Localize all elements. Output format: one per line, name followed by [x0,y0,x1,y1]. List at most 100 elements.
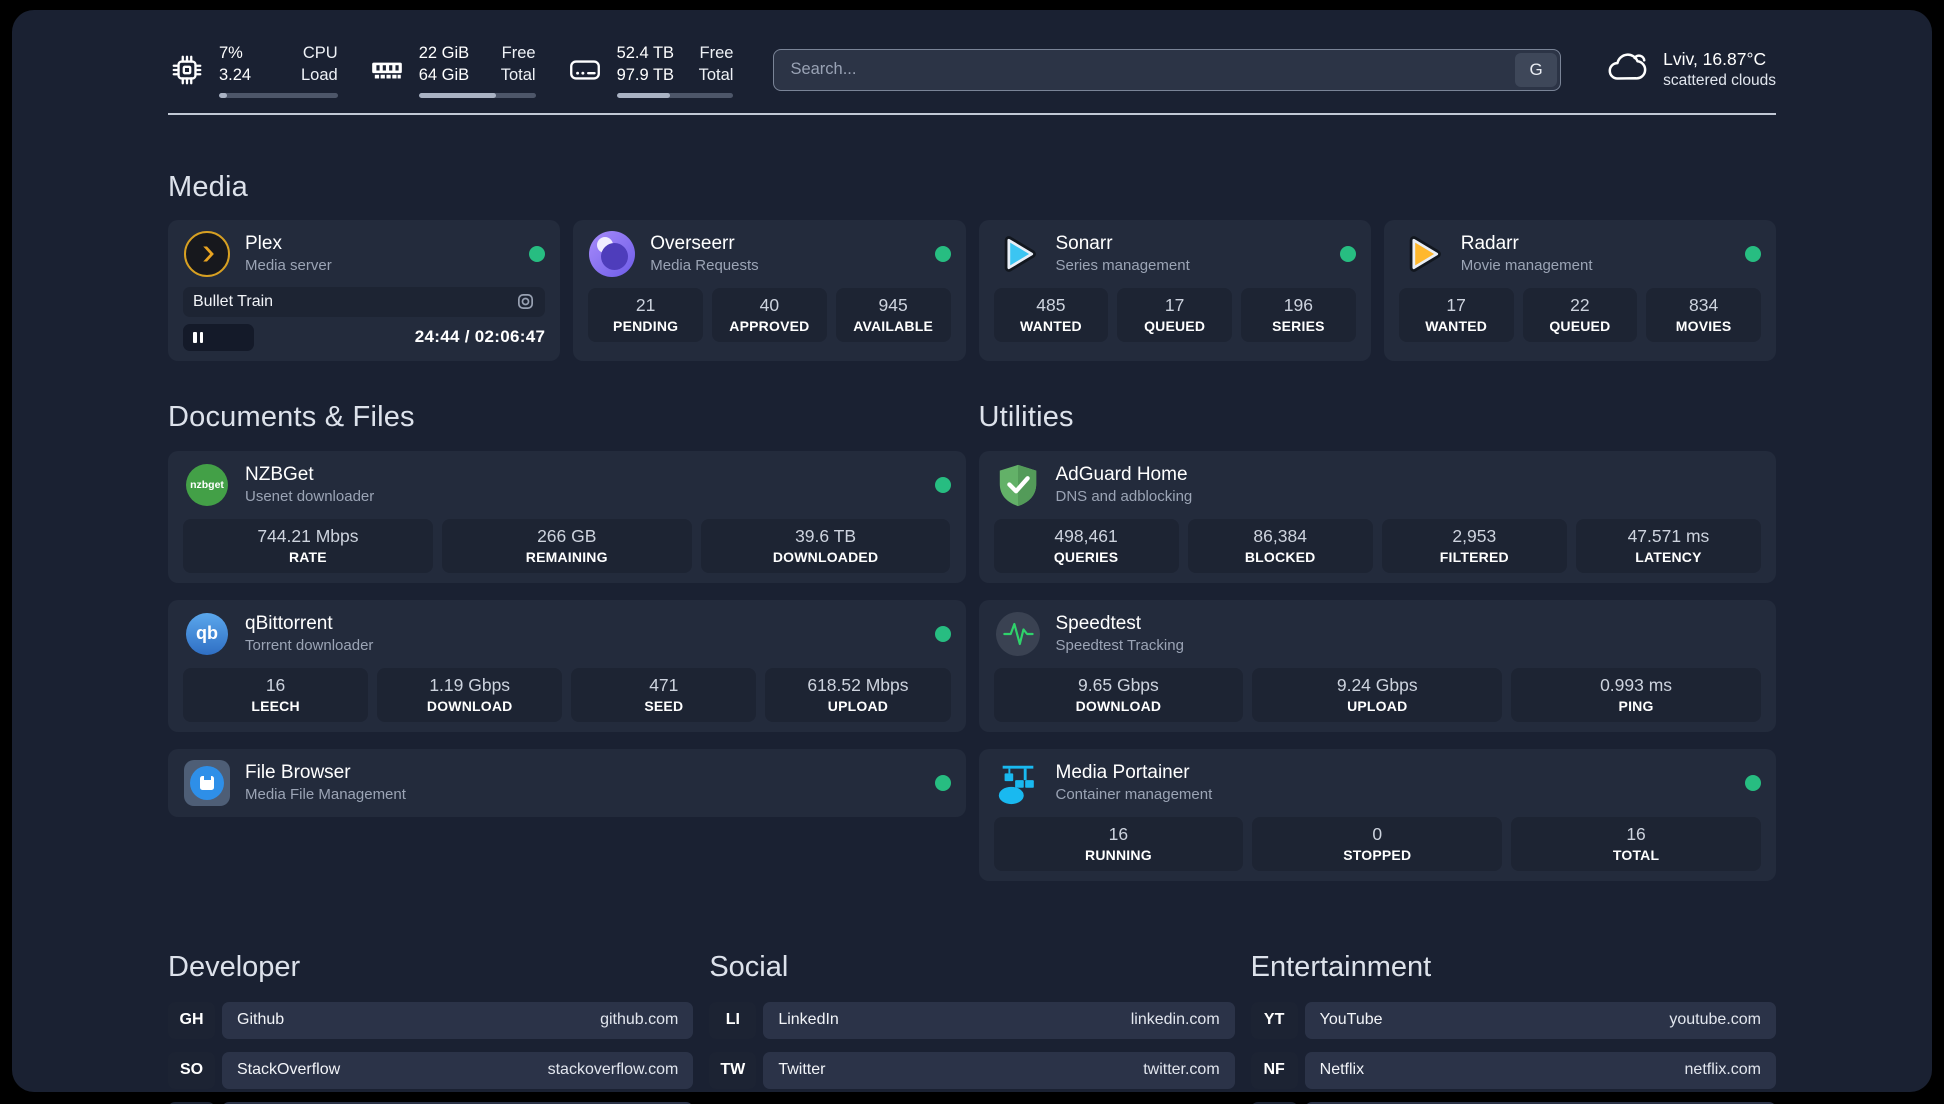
bookmark-stackoverflow[interactable]: SO StackOverflow stackoverflow.com [168,1051,694,1089]
stat-label: MOVIES [1675,317,1732,334]
speedtest-icon [994,610,1042,658]
plex-icon [183,230,231,278]
stat-label: QUEUED [1144,317,1206,334]
stat-tile: 0.993 ms PING [1511,667,1761,722]
stat-label: FILTERED [1439,548,1509,565]
stat-value: 2,953 [1452,525,1497,546]
app-card-plex[interactable]: Plex Media server Bullet Train 24:44 / 0… [168,219,561,361]
bookmark-url: linkedin.com [1130,1011,1220,1029]
system-stats: 7% 3.24 CPU Load 22 GiB 64 GiB Free Tota… [168,42,734,98]
bookmark-linkedin[interactable]: LI LinkedIn linkedin.com [709,1001,1235,1039]
app-card-nzbget[interactable]: nzbget NZBGet Usenet downloader 744.21 M… [168,450,966,583]
weather-condition: scattered clouds [1663,72,1776,90]
stat-tile: 39.6 TB DOWNLOADED [700,518,951,573]
stat-label: STOPPED [1343,846,1412,863]
bookmark-youtube[interactable]: YT YouTube youtube.com [1250,1001,1776,1039]
stat-value: 16 [1108,823,1129,844]
app-card-speedtest[interactable]: Speedtest Speedtest Tracking 9.65 Gbps D… [978,599,1776,732]
stat-value: 17 [1164,294,1185,315]
bookmark-url: github.com [600,1011,679,1029]
stat-label: REMAINING [525,548,608,565]
app-card-overseerr[interactable]: Overseerr Media Requests 21 PENDING 40 A… [573,219,966,361]
stat-label: APPROVED [729,317,810,334]
stat-tile: 16 RUNNING [993,816,1244,871]
bookmark-abbr: LI [709,1001,757,1039]
stat-value: 744.21 Mbps [257,525,359,546]
section-title-media: Media [168,170,248,203]
bookmark-name: LinkedIn [778,1011,839,1029]
weather-location-temp: Lviv, 16.87°C [1663,49,1767,70]
topbar-divider [168,112,1776,115]
search-input[interactable] [774,60,1516,80]
app-subtitle: Container management [1055,786,1213,804]
disk-value-free: 52.4 TB [616,44,675,62]
app-card-radarr[interactable]: Radarr Movie management 17 WANTED 22 QUE… [1383,219,1776,361]
stat-tile: 21 PENDING [588,287,703,342]
bookmark-github[interactable]: GH Github github.com [168,1001,694,1039]
bookmark-group-entertainment: Entertainment YT YouTube youtube.com NF … [1250,950,1776,1104]
filebrowser-icon [183,759,231,807]
stat-label: DOWNLOADED [772,548,879,565]
app-title: Radarr [1460,233,1519,255]
ram-label-top: Free [501,44,536,62]
app-card-portainer[interactable]: Media Portainer Container management 16 … [978,748,1776,881]
stat-tile: 17 QUEUED [1117,287,1232,342]
bookmark-url: stackoverflow.com [547,1061,679,1079]
app-title: Media Portainer [1055,762,1190,784]
stat-tile: 744.21 Mbps RATE [183,518,433,573]
status-dot [1745,774,1761,791]
app-title: AdGuard Home [1055,464,1188,486]
now-playing-bar: Bullet Train [183,286,546,317]
camera-icon [516,292,535,311]
stat-label: LATENCY [1635,548,1702,565]
cpu-icon [168,52,206,88]
bookmark-twitter[interactable]: TW Twitter twitter.com [709,1051,1235,1089]
bookmark-name: StackOverflow [237,1061,341,1079]
status-dot [1745,245,1761,262]
cpu-label-top: CPU [302,44,338,62]
cloud-icon [1605,48,1649,91]
app-card-qbittorrent[interactable]: qb qBittorrent Torrent downloader 16 LEE… [168,599,966,732]
stat-label: LEECH [251,697,300,714]
ram-value-free: 22 GiB [418,44,470,62]
stat-value: 0 [1372,823,1383,844]
stat-value: 485 [1036,294,1066,315]
section-title-utilities: Utilities [978,400,1074,433]
app-subtitle: Series management [1055,257,1190,275]
cpu-progress-bar [219,92,338,98]
stat-tile: 618.52 Mbps UPLOAD [765,667,951,722]
ram-icon [368,52,406,88]
status-dot [934,774,951,791]
app-card-adguard[interactable]: AdGuard Home DNS and adblocking 498,461 … [978,450,1776,583]
bookmark-url: netflix.com [1684,1061,1761,1079]
app-title: Plex [245,233,282,255]
bookmark-name: Netflix [1319,1061,1365,1079]
playback-progress-fill [183,323,254,351]
ram-progress-bar [418,92,536,98]
stat-value: 21 [635,294,656,315]
stat-label: PENDING [613,317,679,334]
stat-value: 1.19 Gbps [429,674,511,695]
stat-value: 17 [1446,294,1466,315]
search-engine-button[interactable]: G [1515,52,1558,87]
section-title-entertainment: Entertainment [1250,950,1432,983]
stat-label: AVAILABLE [853,317,934,334]
app-card-sonarr[interactable]: Sonarr Series management 485 WANTED 17 Q… [978,219,1371,361]
app-card-filebrowser[interactable]: File Browser Media File Management [168,748,966,817]
stat-value: 39.6 TB [795,525,857,546]
stat-label: PING [1618,697,1654,714]
app-subtitle: Media File Management [245,786,406,804]
stat-value: 196 [1283,294,1313,315]
stat-label: SERIES [1272,317,1325,334]
radarr-icon [1399,230,1447,278]
ram-value-total: 64 GiB [418,66,470,85]
stat-value: 40 [759,294,780,315]
section-title-social: Social [709,950,789,983]
bookmark-netflix[interactable]: NF Netflix netflix.com [1250,1051,1776,1089]
app-subtitle: Movie management [1460,257,1593,275]
stat-value: 498,461 [1054,525,1118,546]
stat-value: 266 GB [537,525,597,546]
search-bar: G [773,48,1562,91]
app-subtitle: Speedtest Tracking [1055,637,1184,655]
app-title: Speedtest [1055,613,1142,635]
